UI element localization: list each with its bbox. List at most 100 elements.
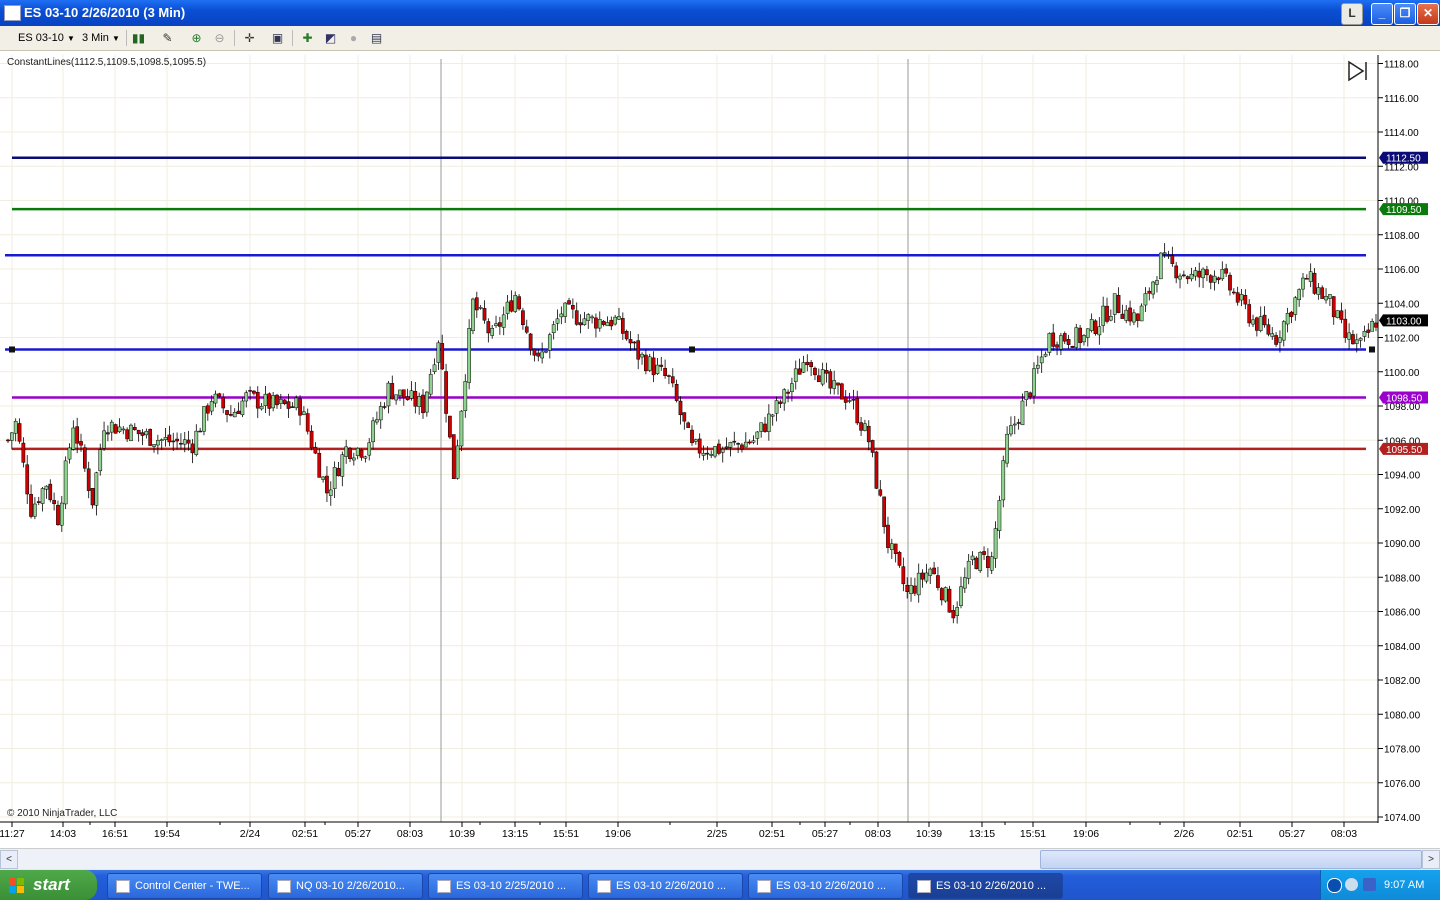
disabled-circle-icon[interactable]: ●	[346, 31, 361, 45]
restore-button[interactable]: ❐	[1394, 3, 1416, 25]
candle-body	[1324, 295, 1328, 301]
indicator-label: ConstantLines(1112.5,1109.5,1098.5,1095.…	[7, 57, 207, 68]
indicators-icon[interactable]: ✚	[300, 31, 315, 45]
x-tick-label: 08:03	[1331, 828, 1357, 840]
candle-body	[920, 572, 925, 580]
candle-body	[1035, 364, 1040, 369]
candle-body	[709, 454, 714, 456]
candle-body	[617, 316, 621, 320]
properties-icon[interactable]: ▣	[270, 31, 285, 45]
crosshair-icon[interactable]: ✛	[242, 31, 257, 45]
y-tick-label: 1114.00	[1384, 128, 1419, 139]
draw-pencil-icon[interactable]: ✎	[160, 31, 175, 45]
period-selector[interactable]: 3 Min ▼	[82, 30, 120, 46]
candle-body	[348, 447, 352, 460]
device-icon[interactable]	[1363, 878, 1376, 891]
candle-body	[978, 552, 983, 571]
candle-body	[1151, 281, 1155, 295]
x-tick-label: 10:39	[449, 828, 475, 840]
x-tick-label: 19:06	[605, 828, 631, 840]
candle-body	[98, 449, 103, 472]
candle-body	[855, 398, 860, 424]
instrument-selector[interactable]: ES 03-10 ▼	[18, 30, 75, 46]
candle-body	[655, 364, 660, 374]
task-control-center[interactable]: Control Center - TWE...	[107, 873, 262, 899]
candle-body	[651, 357, 656, 376]
scroll-thumb[interactable]	[1040, 850, 1422, 869]
close-button[interactable]: ✕	[1417, 3, 1439, 25]
candle-body	[720, 449, 725, 453]
x-tick-label: 14:03	[50, 828, 76, 840]
task-es-chart-active[interactable]: ES 03-10 2/26/2010 ...	[908, 873, 1063, 899]
chevron-down-icon: ▼	[66, 34, 75, 43]
candle-body	[1278, 337, 1282, 343]
candle-body	[244, 392, 249, 402]
task-nq-chart[interactable]: NQ 03-10 2/26/2010...	[268, 873, 423, 899]
candle-body	[317, 452, 322, 478]
candle-body	[33, 503, 37, 517]
task-es-chart[interactable]: ES 03-10 2/25/2010 ...	[428, 873, 583, 899]
task-es-chart[interactable]: ES 03-10 2/26/2010 ...	[748, 873, 903, 899]
x-tick-label: 05:27	[812, 828, 838, 840]
candle-body	[1320, 287, 1325, 299]
zoom-out-icon[interactable]: ⊖	[212, 31, 227, 45]
candle-body	[474, 297, 479, 311]
start-button[interactable]: start	[0, 870, 97, 900]
task-label: ES 03-10 2/26/2010 ...	[936, 880, 1047, 892]
windows-logo-icon	[9, 878, 24, 893]
candle-body	[1112, 293, 1117, 315]
scroll-left-arrow[interactable]: <	[0, 850, 18, 869]
candle-body	[448, 415, 452, 438]
candle-body	[574, 310, 579, 325]
candle-body	[275, 394, 279, 406]
candle-body	[1101, 305, 1106, 326]
candle-body	[167, 434, 172, 443]
candle-body	[1358, 338, 1363, 341]
x-tick-label: 13:15	[969, 828, 995, 840]
price-marker-label: 1109.50	[1386, 205, 1422, 216]
x-tick-label: 13:15	[502, 828, 528, 840]
candle-body	[997, 500, 1002, 531]
candle-body	[40, 488, 45, 504]
candle-body	[171, 440, 176, 443]
scroll-right-arrow[interactable]: >	[1422, 850, 1440, 869]
candle-body	[1374, 322, 1378, 328]
candle-body	[690, 429, 694, 444]
candle-body	[590, 316, 594, 319]
data-box-icon[interactable]: ▤	[369, 31, 384, 45]
chart-panel[interactable]: 1118.00 1116.00 1114.00 1112.00 1110.00 1108.…	[0, 51, 1440, 848]
candle-body	[1174, 265, 1179, 279]
tray-expand-icon[interactable]	[1327, 878, 1342, 893]
task-label: ES 03-10 2/26/2010 ...	[776, 880, 887, 892]
candle-body	[736, 443, 740, 445]
candle-body	[232, 411, 237, 418]
candle-body	[505, 301, 510, 314]
candle-body	[371, 420, 375, 443]
link-button[interactable]: L	[1341, 3, 1363, 25]
x-tick-label: 05:27	[1279, 828, 1305, 840]
candle-body	[882, 496, 886, 527]
candle-body	[955, 607, 959, 616]
task-es-chart[interactable]: ES 03-10 2/26/2010 ...	[588, 873, 743, 899]
candle-body	[132, 427, 137, 430]
candle-body	[717, 443, 721, 454]
y-tick-label: 1108.00	[1384, 231, 1420, 242]
zoom-in-icon[interactable]: ⊕	[189, 31, 204, 45]
candle-body	[90, 488, 95, 506]
candle-body	[263, 393, 268, 406]
candle-body	[932, 567, 936, 575]
candle-body	[924, 572, 929, 582]
candle-body	[344, 446, 349, 457]
horizontal-scrollbar[interactable]: < >	[0, 848, 1440, 869]
candle-body	[636, 340, 641, 360]
network-icon[interactable]	[1345, 878, 1358, 891]
chart-style-icon[interactable]: ▮▮	[131, 31, 146, 45]
strategies-icon[interactable]: ◩	[323, 31, 338, 45]
candle-body	[401, 389, 406, 398]
minimize-button[interactable]: _	[1371, 3, 1393, 25]
price-chart[interactable]: 1118.001116.001114.001112.001110.001108.…	[0, 51, 1440, 848]
candle-body	[305, 413, 310, 432]
candle-body	[1078, 327, 1082, 343]
candle-body	[213, 393, 218, 404]
scroll-to-end-icon[interactable]	[1347, 59, 1369, 83]
